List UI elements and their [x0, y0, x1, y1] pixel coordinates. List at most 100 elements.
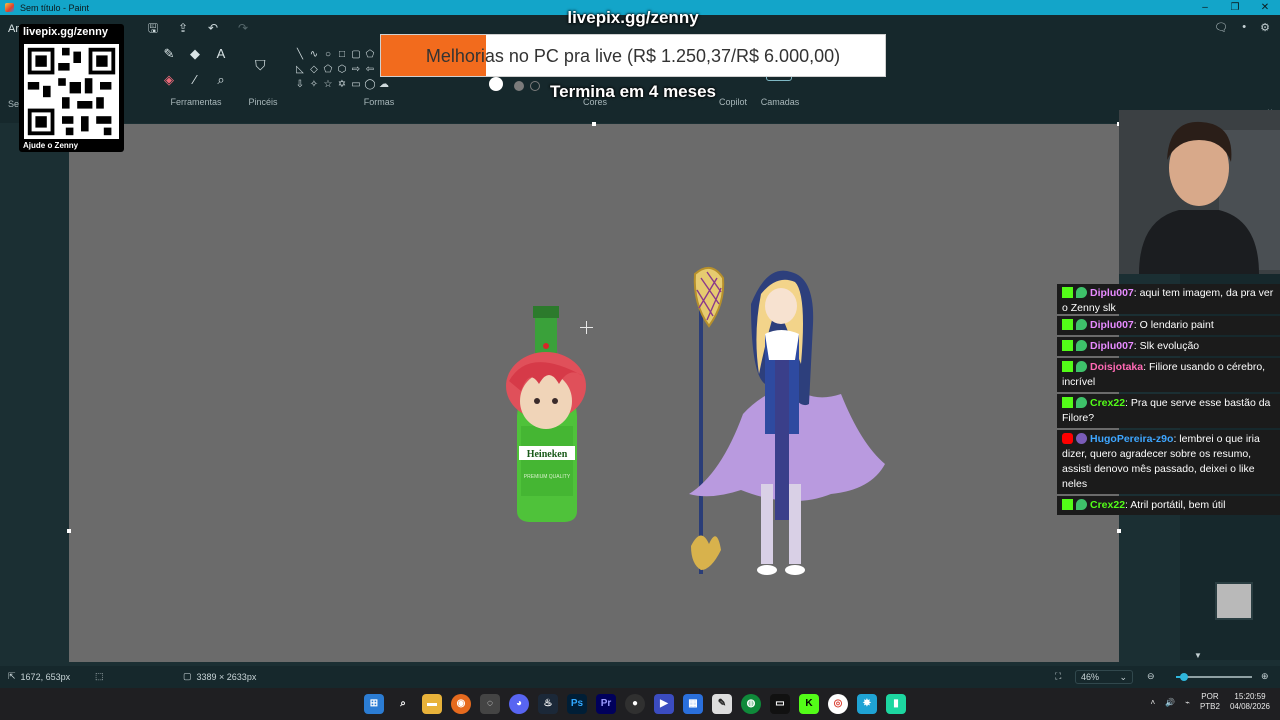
minimize-button[interactable]: – — [1190, 0, 1220, 15]
app-icon[interactable]: ◌ — [480, 694, 500, 714]
avatar-icon — [1076, 433, 1087, 444]
firefox-icon[interactable]: ◉ — [451, 694, 471, 714]
rectangle-shape-icon[interactable]: □ — [336, 49, 348, 61]
fill-icon[interactable]: ◆ — [186, 45, 204, 63]
zoom-out-icon[interactable]: ⊖ — [1147, 671, 1155, 682]
start-menu-icon[interactable]: ⊞ — [364, 694, 384, 714]
oval-callout-shape-icon[interactable]: ◯ — [364, 79, 376, 91]
notepad-icon[interactable]: ✎ — [712, 694, 732, 714]
network-icon[interactable]: ⌁ — [1185, 698, 1190, 707]
zoom-in[interactable]: ⊕ — [1261, 671, 1269, 682]
layers-group-label: Camadas — [760, 97, 800, 107]
discord-icon[interactable]: ◕ — [509, 694, 529, 714]
search-icon[interactable]: ⌕ — [393, 694, 413, 714]
terminal-icon[interactable]: ▭ — [770, 694, 790, 714]
chrome-icon[interactable]: ◎ — [828, 694, 848, 714]
cursor-position-value: 1672, 653px — [20, 671, 71, 682]
hexagon-shape-icon[interactable]: ⬡ — [336, 64, 348, 76]
photoshop-icon[interactable]: Ps — [567, 694, 587, 714]
eraser-icon[interactable]: ◈ — [160, 71, 178, 89]
speaker-icon[interactable]: 🔊 — [1165, 698, 1175, 707]
polygon-shape-icon[interactable]: ⬠ — [364, 49, 376, 61]
steam-icon[interactable]: ♨ — [538, 694, 558, 714]
star5-shape-icon[interactable]: ☆ — [322, 79, 334, 91]
oval-shape-icon[interactable]: ○ — [322, 49, 334, 61]
cursor-crosshair-icon — [580, 321, 593, 334]
curve-shape-icon[interactable]: ∿ — [308, 49, 320, 61]
premiere-icon[interactable]: Pr — [596, 694, 616, 714]
layer-thumbnail[interactable] — [1215, 582, 1253, 620]
emerald-badge-icon — [1076, 340, 1087, 351]
line-shape-icon[interactable]: ╲ — [294, 49, 306, 61]
maximize-button[interactable]: ❐ — [1220, 0, 1250, 15]
account-icon[interactable]: • — [1242, 21, 1246, 34]
qr-code-image — [24, 44, 119, 139]
close-button[interactable]: ✕ — [1250, 0, 1280, 15]
video-app-icon[interactable]: ▶ — [654, 694, 674, 714]
spotify-icon[interactable]: ◍ — [741, 694, 761, 714]
zoom-dropdown[interactable]: 46% ⌄ — [1075, 670, 1133, 684]
kick-badge-icon — [1062, 397, 1073, 408]
drawing-canvas[interactable]: Heineken PREMIUM QUALITY — [67, 122, 1121, 662]
clock-time: 15:20:59 — [1234, 692, 1266, 701]
canvas-resize-handle-right[interactable] — [1117, 529, 1121, 533]
zoom-slider[interactable] — [1176, 673, 1252, 681]
star6-shape-icon[interactable]: ✡ — [336, 79, 348, 91]
fit-window-icon[interactable]: ⛶ — [1055, 671, 1061, 682]
settings-gear-icon[interactable]: ⚙ — [1260, 21, 1270, 34]
kick-badge-icon — [1062, 319, 1073, 330]
star4-shape-icon[interactable]: ✧ — [308, 79, 320, 91]
pencil-icon[interactable]: ✎ — [160, 45, 178, 63]
audio-app-icon[interactable]: ▮ — [886, 694, 906, 714]
tray-chevron-icon[interactable]: ˄ — [1150, 698, 1155, 707]
streamer-webcam-image — [1119, 110, 1280, 274]
emerald-badge-icon — [1076, 499, 1087, 510]
share-icon[interactable]: ⇪ — [176, 21, 190, 35]
canvas-size-icon: ▢ — [183, 671, 192, 681]
taskbar-clock[interactable]: 15:20:59 04/08/2026 — [1230, 692, 1270, 712]
donation-goal-text: Melhorias no PC pra live (R$ 1.250,37/R$… — [425, 46, 841, 66]
window-controls: – ❐ ✕ — [1190, 0, 1280, 15]
left-arrow-shape-icon[interactable]: ⇦ — [364, 64, 376, 76]
undo-icon[interactable]: ↶ — [206, 21, 220, 35]
redo-icon[interactable]: ↷ — [236, 21, 250, 35]
scroll-down-arrow-icon[interactable]: ▼ — [1194, 651, 1202, 660]
webcam-overlay — [1119, 110, 1280, 274]
kick-icon[interactable]: K — [799, 694, 819, 714]
color-picker-icon[interactable]: ⁄ — [186, 71, 204, 89]
chat-username: Diplu007 — [1090, 340, 1134, 352]
zoom-in-icon[interactable]: ⊕ — [1261, 671, 1269, 682]
primary-color-swatch[interactable] — [489, 77, 503, 91]
save-icon[interactable]: 🖫 — [146, 21, 160, 35]
canvas-resize-handle-left[interactable] — [67, 529, 71, 533]
right-triangle-shape-icon[interactable]: ◺ — [294, 64, 306, 76]
cloud-callout-shape-icon[interactable]: ☁ — [378, 79, 390, 91]
brush-icon[interactable]: ⛉ — [255, 57, 266, 74]
canvas-resize-handle-top[interactable] — [592, 122, 596, 126]
file-menu[interactable]: Ar — [8, 23, 19, 35]
text-icon[interactable]: A — [212, 45, 230, 63]
feedback-icon[interactable]: 🗨 — [1214, 21, 1228, 34]
window-title: Sem título - Paint — [20, 2, 90, 13]
zoom-out[interactable]: ⊖ — [1147, 671, 1155, 682]
file-explorer-icon[interactable]: ▬ — [422, 694, 442, 714]
chevron-down-icon: ⌄ — [1119, 671, 1127, 682]
keyboard-language[interactable]: POR PTB2 — [1200, 692, 1220, 712]
kick-badge-icon — [1062, 340, 1073, 351]
callout-shape-icon[interactable]: ▭ — [350, 79, 362, 91]
fit-to-window[interactable]: ⛶ — [1055, 671, 1061, 682]
pentagon-shape-icon[interactable]: ⬠ — [322, 64, 334, 76]
zoom-slider-thumb[interactable] — [1179, 673, 1188, 681]
right-arrow-shape-icon[interactable]: ⇨ — [350, 64, 362, 76]
magnifier-icon[interactable]: ⌕ — [212, 71, 230, 89]
obs-icon[interactable]: ● — [625, 694, 645, 714]
chat-text: O lendario paint — [1139, 319, 1214, 331]
emerald-badge-icon — [1076, 361, 1087, 372]
paint-taskbar-icon[interactable]: ✸ — [857, 694, 877, 714]
rounded-rect-shape-icon[interactable]: ▢ — [350, 49, 362, 61]
livepix-title: livepix.gg/zenny — [567, 8, 699, 27]
pointer-icon: ⇱ — [8, 671, 16, 681]
diamond-shape-icon[interactable]: ◇ — [308, 64, 320, 76]
down-arrow-shape-icon[interactable]: ⇩ — [294, 79, 306, 91]
streaming-app-icon[interactable]: ▦ — [683, 694, 703, 714]
